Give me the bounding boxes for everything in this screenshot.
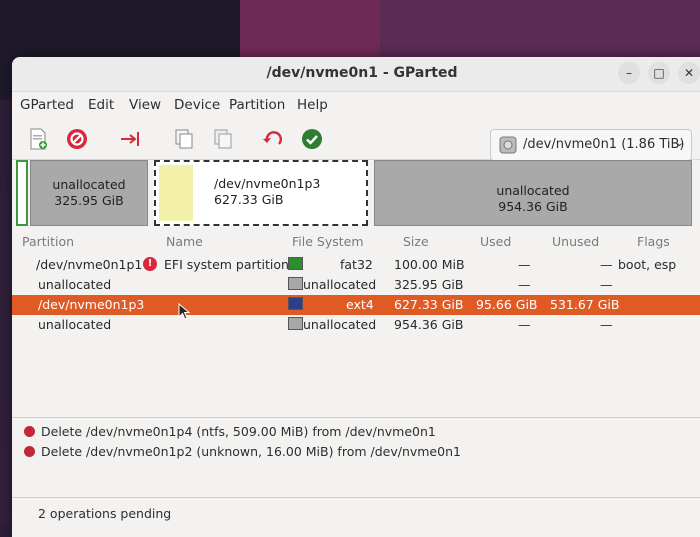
list-item[interactable]: Delete /dev/nvme0n1p2 (unknown, 16.00 Mi… xyxy=(24,444,461,459)
operation-text: Delete /dev/nvme0n1p2 (unknown, 16.00 Mi… xyxy=(41,444,461,459)
cell-used: — xyxy=(518,257,531,272)
cell-used: — xyxy=(518,317,531,332)
graph-label: /dev/nvme0n1p3 xyxy=(214,176,321,191)
graph-unallocated-1[interactable]: unallocated 325.95 GiB xyxy=(30,160,148,226)
close-button[interactable]: ✕ xyxy=(678,62,700,84)
cell-used: — xyxy=(518,277,531,292)
device-selector[interactable]: /dev/nvme0n1 (1.86 TiB) ⌄ xyxy=(490,129,692,161)
cell-partition: /dev/nvme0n1p3 xyxy=(38,297,145,312)
col-filesystem[interactable]: File System xyxy=(292,234,364,249)
operation-text: Delete /dev/nvme0n1p4 (ntfs, 509.00 MiB)… xyxy=(41,424,436,439)
cell-unused: — xyxy=(600,317,613,332)
menu-device[interactable]: Device xyxy=(174,97,220,113)
cell-flags: boot, esp xyxy=(618,257,677,272)
pending-operations-list: Delete /dev/nvme0n1p4 (ntfs, 509.00 MiB)… xyxy=(12,417,700,498)
cell-size: 627.33 GiB xyxy=(394,297,464,312)
table-row[interactable]: /dev/nvme0n1p1 ! EFI system partition fa… xyxy=(12,255,700,275)
undo-icon[interactable] xyxy=(261,127,285,151)
maximize-button[interactable]: □ xyxy=(648,62,670,84)
status-bar: 2 operations pending xyxy=(12,497,700,528)
table-row[interactable]: unallocated unallocated 954.36 GiB — — xyxy=(12,315,700,335)
col-flags[interactable]: Flags xyxy=(637,234,670,249)
apply-icon[interactable] xyxy=(300,127,324,151)
col-used[interactable]: Used xyxy=(480,234,511,249)
cell-name: EFI system partition xyxy=(164,257,289,272)
minimize-button[interactable]: – xyxy=(618,62,640,84)
cell-filesystem: fat32 xyxy=(340,257,373,272)
new-partition-icon[interactable] xyxy=(26,127,50,151)
warning-icon: ! xyxy=(143,257,157,271)
graph-size: 954.36 GiB xyxy=(498,199,568,214)
menu-gparted[interactable]: GParted xyxy=(20,97,74,113)
resize-move-icon[interactable] xyxy=(118,127,142,151)
col-partition[interactable]: Partition xyxy=(22,234,74,249)
mouse-cursor-icon xyxy=(178,303,191,320)
filesystem-color-swatch xyxy=(288,277,303,290)
title-bar[interactable]: /dev/nvme0n1 - GParted – □ ✕ xyxy=(12,57,700,92)
device-label: /dev/nvme0n1 (1.86 TiB) xyxy=(523,137,685,152)
menu-partition[interactable]: Partition xyxy=(229,97,285,113)
menu-edit[interactable]: Edit xyxy=(88,97,114,113)
cell-filesystem: ext4 xyxy=(346,297,374,312)
cell-unused: — xyxy=(600,277,613,292)
list-item[interactable]: Delete /dev/nvme0n1p4 (ntfs, 509.00 MiB)… xyxy=(24,424,436,439)
graph-partition-p3[interactable]: /dev/nvme0n1p3 627.33 GiB xyxy=(154,160,368,226)
cell-size: 100.00 MiB xyxy=(394,257,465,272)
graph-label: unallocated xyxy=(52,177,126,192)
chevron-down-icon: ⌄ xyxy=(675,136,685,149)
graph-used-space xyxy=(159,165,193,221)
cell-partition: /dev/nvme0n1p1 xyxy=(36,257,143,272)
cell-size: 954.36 GiB xyxy=(394,317,464,332)
col-name[interactable]: Name xyxy=(166,234,203,249)
cell-unused: — xyxy=(600,257,613,272)
delete-icon[interactable] xyxy=(65,127,89,151)
cell-partition: unallocated xyxy=(38,277,112,292)
graph-size: 627.33 GiB xyxy=(214,192,284,207)
partition-graph: unallocated 325.95 GiB /dev/nvme0n1p3 62… xyxy=(16,160,700,226)
graph-unallocated-2[interactable]: unallocated 954.36 GiB xyxy=(374,160,692,226)
cell-unused: 531.67 GiB xyxy=(550,297,620,312)
window-title: /dev/nvme0n1 - GParted xyxy=(266,65,458,81)
cell-filesystem: unallocated xyxy=(303,317,377,332)
menu-help[interactable]: Help xyxy=(297,97,328,113)
table-row[interactable]: unallocated unallocated 325.95 GiB — — xyxy=(12,275,700,295)
filesystem-color-swatch xyxy=(288,257,303,270)
col-size[interactable]: Size xyxy=(403,234,429,249)
graph-efi-partition[interactable] xyxy=(16,160,28,226)
disk-icon xyxy=(499,136,517,154)
table-row-selected[interactable]: /dev/nvme0n1p3 ext4 627.33 GiB 95.66 GiB… xyxy=(12,295,700,315)
paste-icon[interactable] xyxy=(211,127,235,151)
graph-size: 325.95 GiB xyxy=(54,193,124,208)
cell-used: 95.66 GiB xyxy=(476,297,538,312)
menu-bar: GParted Edit View Device Partition Help xyxy=(12,91,700,119)
status-text: 2 operations pending xyxy=(38,506,172,521)
filesystem-color-swatch xyxy=(288,297,303,310)
graph-label: unallocated xyxy=(496,183,570,198)
delete-icon xyxy=(24,446,35,457)
cell-filesystem: unallocated xyxy=(303,277,377,292)
menu-view[interactable]: View xyxy=(129,97,161,113)
delete-icon xyxy=(24,426,35,437)
column-header: Partition Name File System Size Used Unu… xyxy=(12,231,700,253)
filesystem-color-swatch xyxy=(288,317,303,330)
col-unused[interactable]: Unused xyxy=(552,234,599,249)
cell-partition: unallocated xyxy=(38,317,112,332)
gparted-window: /dev/nvme0n1 - GParted – □ ✕ GParted Edi… xyxy=(12,57,700,537)
copy-icon[interactable] xyxy=(172,127,196,151)
cell-size: 325.95 GiB xyxy=(394,277,464,292)
